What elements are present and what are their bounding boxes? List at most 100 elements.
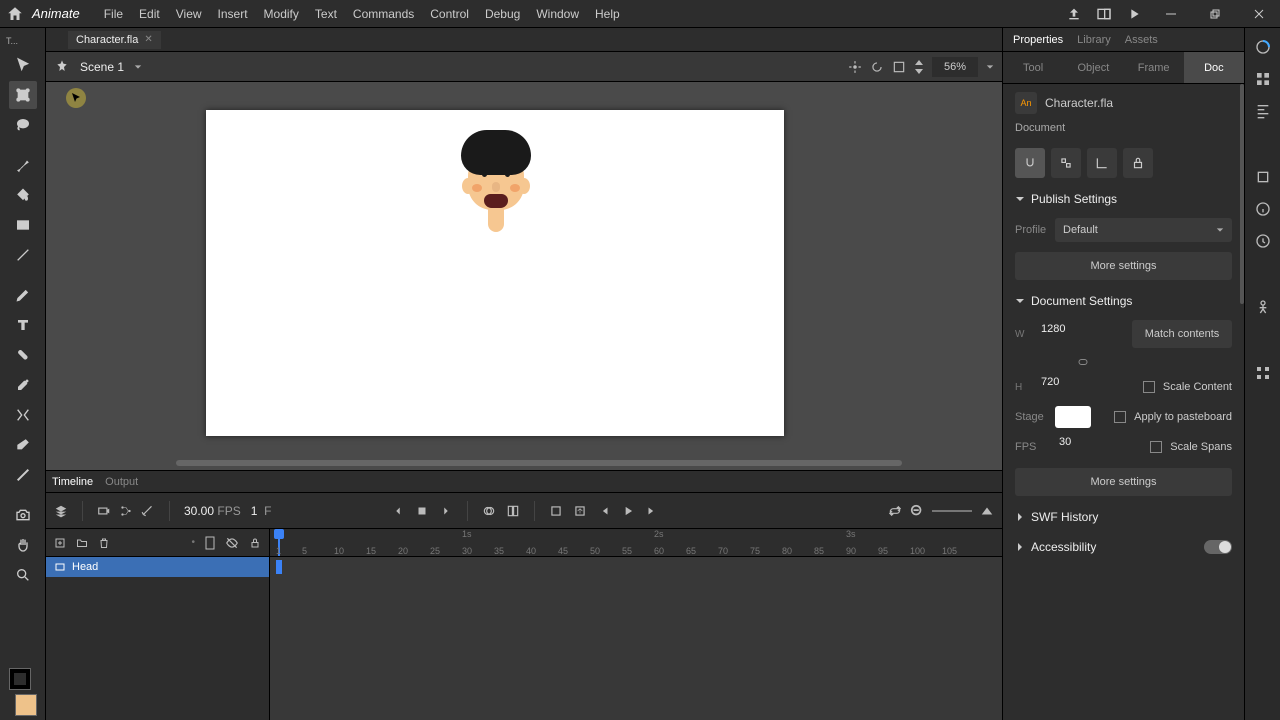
color-dock-icon[interactable] — [1254, 38, 1272, 56]
doc-fps-input[interactable]: 30 — [1055, 436, 1115, 458]
window-restore[interactable] — [1200, 4, 1230, 24]
stage-area[interactable] — [46, 82, 1002, 470]
swatches-dock-icon[interactable] — [1254, 70, 1272, 88]
snap-button[interactable] — [1015, 148, 1045, 178]
transform-dock-icon[interactable] — [1254, 168, 1272, 186]
zoom-dropdown-icon[interactable] — [986, 63, 994, 71]
apply-pasteboard-checkbox[interactable] — [1114, 411, 1126, 423]
pen-tool[interactable] — [9, 281, 37, 309]
window-minimize[interactable] — [1156, 4, 1186, 24]
last-frame-icon[interactable] — [645, 504, 659, 518]
timeline-zoom-slider[interactable] — [932, 510, 972, 512]
new-layer-icon[interactable] — [54, 537, 66, 549]
document-tab[interactable]: Character.fla ✕ — [68, 31, 161, 49]
play-test-icon[interactable] — [1126, 6, 1142, 22]
width-tool[interactable] — [9, 461, 37, 489]
menu-text[interactable]: Text — [307, 0, 345, 28]
section-publish[interactable]: Publish Settings — [1003, 184, 1244, 214]
tab-properties[interactable]: Properties — [1013, 34, 1063, 46]
fill-color-swatch[interactable] — [15, 694, 37, 716]
camera-tool[interactable] — [9, 501, 37, 529]
menu-insert[interactable]: Insert — [210, 0, 256, 28]
new-folder-icon[interactable] — [76, 537, 88, 549]
chevron-down-icon[interactable] — [134, 63, 142, 71]
tab-timeline[interactable]: Timeline — [52, 476, 93, 488]
loop-icon[interactable] — [888, 504, 902, 518]
zoom-tool[interactable] — [9, 561, 37, 589]
layout-icon[interactable] — [1096, 6, 1112, 22]
scene-icon[interactable] — [54, 59, 70, 75]
tab-output[interactable]: Output — [105, 476, 138, 488]
menu-view[interactable]: View — [168, 0, 210, 28]
match-contents-button[interactable]: Match contents — [1132, 320, 1232, 348]
menu-control[interactable]: Control — [422, 0, 477, 28]
horizontal-scrollbar[interactable] — [176, 460, 902, 466]
keyframe[interactable] — [276, 560, 282, 574]
lock-icon[interactable] — [249, 537, 261, 549]
align-dock-icon[interactable] — [1254, 102, 1272, 120]
zoom-out-icon[interactable] — [910, 504, 924, 518]
menu-edit[interactable]: Edit — [131, 0, 168, 28]
edit-multiple-icon[interactable] — [506, 504, 520, 518]
hand-tool[interactable] — [9, 531, 37, 559]
more-settings-doc-button[interactable]: More settings — [1015, 468, 1232, 496]
fps-value[interactable]: 30.00 — [184, 504, 214, 518]
line-tool[interactable] — [9, 241, 37, 269]
asset-warp-tool[interactable] — [9, 401, 37, 429]
camera-icon[interactable] — [97, 504, 111, 518]
canvas[interactable] — [206, 110, 784, 436]
close-icon[interactable]: ✕ — [144, 34, 152, 45]
history-dock-icon[interactable] — [1254, 232, 1272, 250]
menu-debug[interactable]: Debug — [477, 0, 528, 28]
window-close[interactable] — [1244, 4, 1274, 24]
section-accessibility[interactable]: Accessibility — [1003, 532, 1244, 562]
tab-library[interactable]: Library — [1077, 34, 1111, 46]
info-dock-icon[interactable] — [1254, 200, 1272, 218]
subtab-tool[interactable]: Tool — [1003, 52, 1063, 83]
menu-help[interactable]: Help — [587, 0, 628, 28]
link-dimensions-icon[interactable] — [1077, 356, 1089, 368]
first-frame-icon[interactable] — [597, 504, 611, 518]
bone-tool[interactable] — [9, 341, 37, 369]
stop-icon[interactable] — [415, 504, 429, 518]
play-icon[interactable] — [621, 504, 635, 518]
menu-modify[interactable]: Modify — [256, 0, 307, 28]
selection-tool[interactable] — [9, 51, 37, 79]
components-dock-icon[interactable] — [1254, 364, 1272, 382]
center-stage-icon[interactable] — [848, 60, 862, 74]
menu-file[interactable]: File — [96, 0, 131, 28]
lasso-tool[interactable] — [9, 111, 37, 139]
section-swf-history[interactable]: SWF History — [1003, 502, 1244, 532]
free-transform-tool[interactable] — [9, 81, 37, 109]
scale-spans-checkbox[interactable] — [1150, 441, 1162, 453]
home-icon[interactable] — [6, 5, 24, 23]
share-icon[interactable] — [1066, 6, 1082, 22]
eyedropper-tool[interactable] — [9, 371, 37, 399]
step-back-icon[interactable] — [391, 504, 405, 518]
timeline-ruler[interactable]: 1s 2s 3s 1 5 10 15 20 25 30 35 40 45 50 … — [270, 529, 1002, 556]
scale-content-checkbox[interactable] — [1143, 381, 1155, 393]
step-forward-icon[interactable] — [439, 504, 453, 518]
fluid-brush-tool[interactable] — [9, 151, 37, 179]
menu-commands[interactable]: Commands — [345, 0, 422, 28]
frame-track[interactable] — [270, 557, 1002, 720]
clip-icon[interactable] — [892, 60, 906, 74]
tab-assets[interactable]: Assets — [1125, 34, 1158, 46]
accessibility-toggle[interactable] — [1204, 540, 1232, 554]
width-input[interactable]: 1280 — [1037, 323, 1097, 345]
rotate-icon[interactable] — [870, 60, 884, 74]
layer-depth-icon[interactable] — [141, 504, 155, 518]
height-input[interactable]: 720 — [1037, 376, 1097, 398]
profile-select[interactable]: Default — [1055, 218, 1232, 242]
eraser-tool[interactable] — [9, 431, 37, 459]
subtab-object[interactable]: Object — [1063, 52, 1123, 83]
marker-icon[interactable] — [549, 504, 563, 518]
subtab-frame[interactable]: Frame — [1124, 52, 1184, 83]
character-head[interactable] — [456, 130, 536, 240]
delete-layer-icon[interactable] — [98, 537, 110, 549]
stage-color-swatch[interactable] — [1055, 406, 1091, 428]
lock-button[interactable] — [1123, 148, 1153, 178]
more-settings-publish-button[interactable]: More settings — [1015, 252, 1232, 280]
subtab-doc[interactable]: Doc — [1184, 52, 1244, 83]
rig-dock-icon[interactable] — [1254, 298, 1272, 316]
